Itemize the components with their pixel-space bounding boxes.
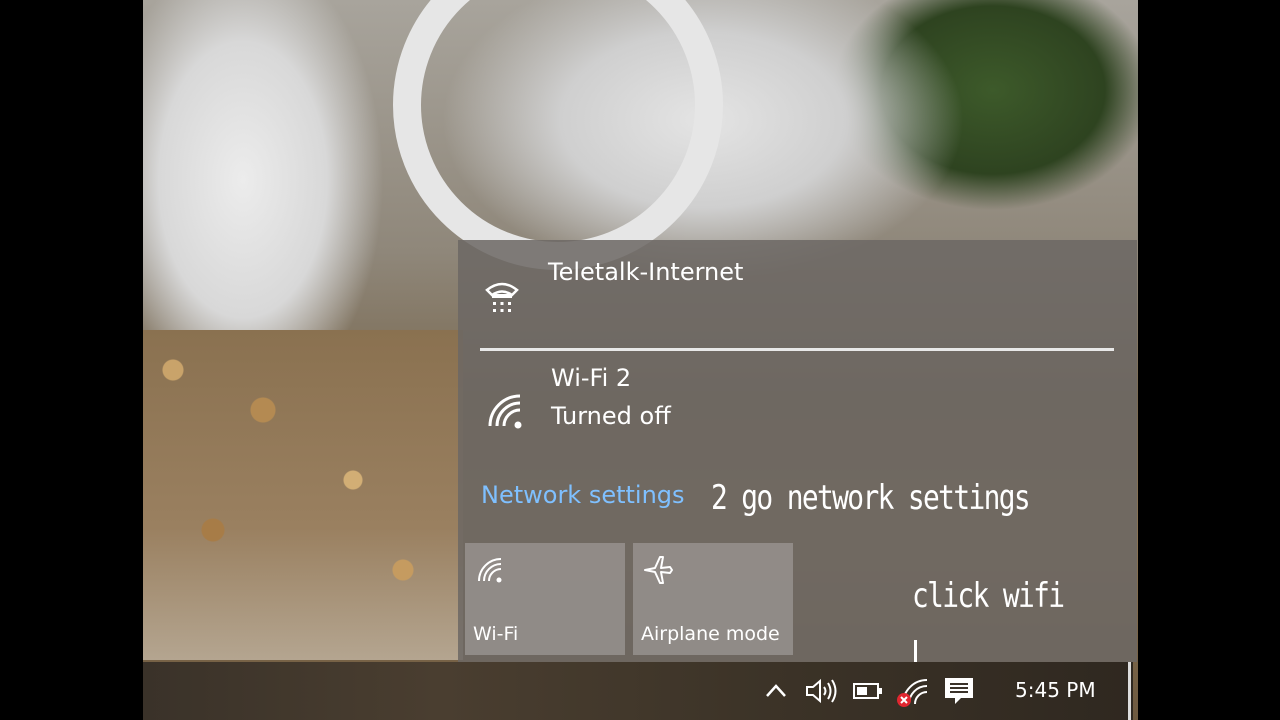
wifi-tile-label: Wi-Fi: [473, 623, 519, 645]
wallpaper-leaves: [143, 330, 463, 660]
taskbar-edge: [1128, 662, 1131, 720]
wifi-toggle-tile[interactable]: Wi-Fi: [465, 543, 625, 655]
annotation-step2: 2 go network settings: [711, 478, 1031, 518]
action-center-icon[interactable]: [943, 676, 975, 706]
taskbar-clock[interactable]: 5:45 PM: [1015, 678, 1096, 702]
network-name-wifi2: Wi-Fi 2: [551, 364, 632, 392]
network-name-teletalk: Teletalk-Internet: [548, 258, 744, 286]
airplane-tile-label: Airplane mode: [641, 623, 780, 645]
network-item-wifi2[interactable]: Wi-Fi 2 Turned off: [458, 352, 1137, 452]
chevron-up-icon[interactable]: [765, 682, 787, 698]
dialup-phone-icon: [485, 282, 519, 312]
network-settings-link[interactable]: Network settings: [481, 481, 685, 509]
battery-icon[interactable]: [853, 681, 883, 701]
taskbar: 5:45 PM: [143, 662, 1133, 720]
wifi-disconnected-icon[interactable]: [895, 676, 929, 708]
airplane-mode-tile[interactable]: Airplane mode: [633, 543, 793, 655]
airplane-icon: [644, 556, 673, 584]
wifi-icon: [478, 558, 502, 583]
wifi-icon: [488, 394, 522, 429]
volume-icon[interactable]: [805, 678, 839, 704]
network-divider: [480, 348, 1114, 351]
network-item-teletalk[interactable]: Teletalk-Internet: [458, 240, 1137, 345]
wallpaper-statue-wheel: [393, 0, 723, 270]
network-status-wifi2: Turned off: [551, 402, 671, 430]
annotation-step1: click wifi: [912, 576, 1065, 616]
